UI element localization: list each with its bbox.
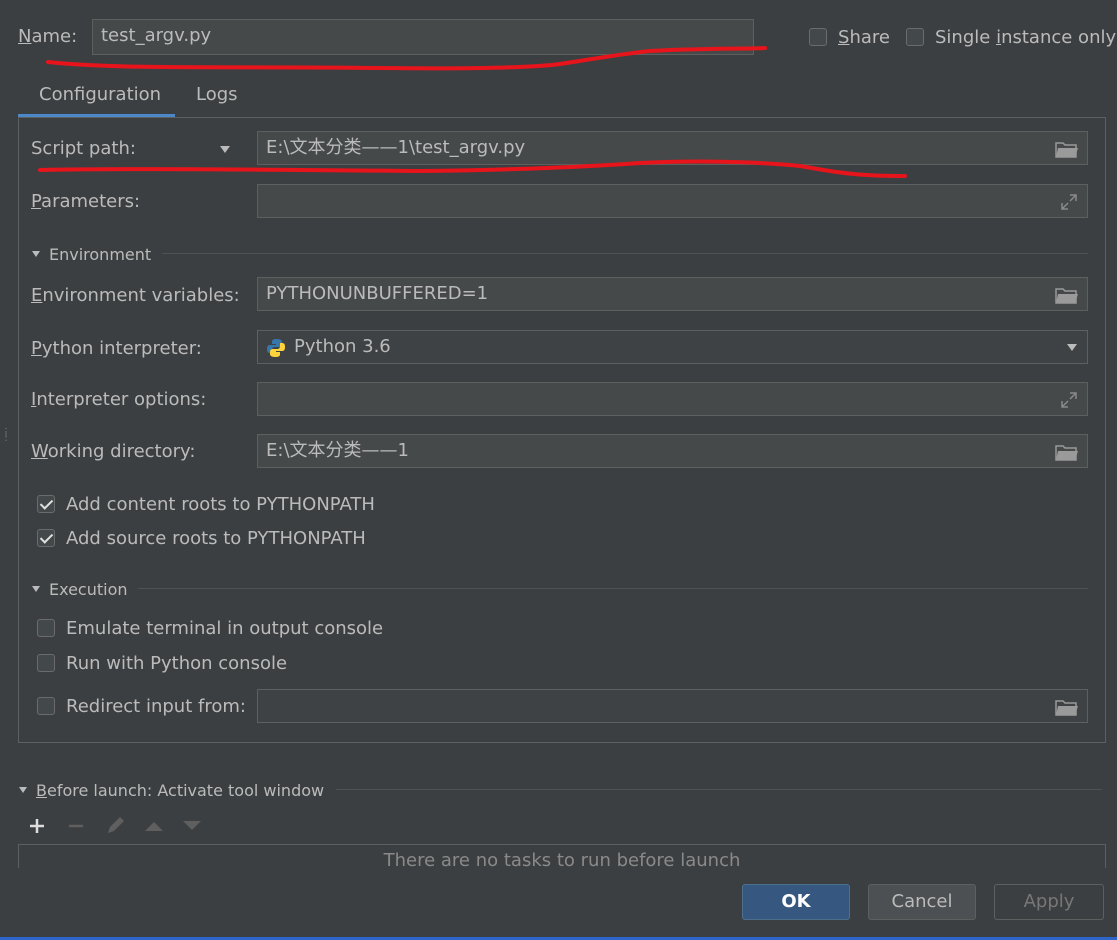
move-down-icon[interactable] bbox=[182, 820, 202, 832]
name-label: Name: bbox=[18, 26, 77, 48]
execution-collapse-icon[interactable] bbox=[32, 586, 40, 592]
add-source-roots-checkbox[interactable] bbox=[37, 529, 55, 547]
interp-options-label: Interpreter options: bbox=[31, 389, 206, 411]
single-instance-label-post: nstance only bbox=[1001, 27, 1117, 48]
interpreter-value: Python 3.6 bbox=[294, 336, 391, 357]
share-label: Share bbox=[838, 27, 890, 49]
environment-section-title: Environment bbox=[49, 245, 152, 264]
interpreter-label: Python interpreter: bbox=[31, 338, 202, 360]
name-input-value: test_argv.py bbox=[101, 25, 212, 46]
ok-button[interactable]: OK bbox=[742, 884, 850, 920]
before-launch-separator bbox=[336, 789, 1102, 790]
interp-options-label-rest: nterpreter options: bbox=[36, 389, 207, 410]
working-dir-input[interactable]: E:\文本分类——1 bbox=[257, 434, 1088, 468]
redirect-input-field[interactable] bbox=[257, 689, 1088, 723]
script-path-type-dropdown-icon[interactable] bbox=[220, 146, 230, 153]
before-launch-title-mnemonic: B bbox=[36, 781, 47, 800]
environment-separator bbox=[162, 253, 1088, 254]
execution-section-title: Execution bbox=[49, 580, 128, 599]
single-instance-checkbox[interactable] bbox=[906, 28, 924, 46]
apply-button[interactable]: Apply bbox=[994, 884, 1104, 920]
interpreter-select[interactable]: Python 3.6 bbox=[257, 330, 1088, 364]
python-icon bbox=[267, 339, 285, 357]
expand-icon[interactable] bbox=[1059, 390, 1079, 410]
working-dir-value: E:\文本分类——1 bbox=[266, 440, 409, 461]
script-path-label: Script path: bbox=[31, 138, 136, 159]
single-instance-label: Single instance only bbox=[935, 27, 1116, 49]
parameters-label-rest: arameters: bbox=[41, 191, 141, 212]
run-with-console-checkbox[interactable] bbox=[37, 654, 55, 672]
before-launch-collapse-icon[interactable] bbox=[19, 787, 27, 793]
folder-icon[interactable] bbox=[1055, 140, 1079, 158]
emulate-terminal-label: Emulate terminal in output console bbox=[66, 618, 384, 639]
edit-pencil-icon[interactable] bbox=[104, 815, 126, 837]
name-label-rest: ame: bbox=[31, 26, 78, 47]
move-up-icon[interactable] bbox=[144, 820, 164, 832]
single-instance-label-pre: Single bbox=[935, 27, 997, 48]
redirect-input-checkbox[interactable] bbox=[37, 697, 55, 715]
folder-icon[interactable] bbox=[1055, 443, 1079, 461]
emulate-terminal-checkbox[interactable] bbox=[37, 619, 55, 637]
left-resize-handle[interactable]: ⋮ ⋮ bbox=[1, 428, 11, 452]
remove-icon[interactable] bbox=[67, 817, 85, 835]
cancel-button[interactable]: Cancel bbox=[868, 884, 976, 920]
before-launch-title: Before launch: Activate tool window bbox=[36, 780, 324, 802]
name-input[interactable]: test_argv.py bbox=[92, 19, 754, 55]
env-vars-label-rest: nvironment variables: bbox=[42, 285, 240, 306]
redirect-input-label: Redirect input from: bbox=[66, 696, 246, 717]
env-vars-value: PYTHONUNBUFFERED=1 bbox=[266, 283, 489, 304]
parameters-label-mnemonic: P bbox=[31, 191, 42, 212]
script-path-input[interactable]: E:\文本分类——1\test_argv.py bbox=[257, 131, 1088, 165]
share-label-rest: hare bbox=[849, 27, 890, 48]
working-dir-label-rest: orking directory: bbox=[47, 441, 196, 462]
env-vars-label-mnemonic: E bbox=[31, 285, 43, 306]
before-launch-title-rest: efore launch: Activate tool window bbox=[46, 781, 325, 800]
parameters-input[interactable] bbox=[257, 184, 1088, 218]
name-label-mnemonic: N bbox=[18, 26, 32, 47]
add-content-roots-label: Add content roots to PYTHONPATH bbox=[66, 494, 375, 515]
working-dir-label-mnemonic: W bbox=[31, 441, 48, 462]
add-content-roots-checkbox[interactable] bbox=[37, 495, 55, 513]
share-label-mnemonic: S bbox=[838, 27, 850, 48]
script-path-value: E:\文本分类——1\test_argv.py bbox=[266, 137, 526, 158]
environment-collapse-icon[interactable] bbox=[32, 251, 40, 257]
parameters-label: Parameters: bbox=[31, 191, 140, 213]
env-vars-input[interactable]: PYTHONUNBUFFERED=1 bbox=[257, 277, 1088, 311]
env-vars-label: Environment variables: bbox=[31, 285, 240, 307]
folder-icon[interactable] bbox=[1055, 286, 1079, 304]
expand-icon[interactable] bbox=[1059, 192, 1079, 212]
chevron-down-icon[interactable] bbox=[1067, 344, 1077, 351]
interpreter-label-rest: ython interpreter: bbox=[41, 338, 202, 359]
tab-logs[interactable]: Logs bbox=[196, 84, 238, 106]
add-source-roots-label: Add source roots to PYTHONPATH bbox=[66, 528, 366, 549]
interp-options-input[interactable] bbox=[257, 382, 1088, 416]
tab-configuration[interactable]: Configuration bbox=[39, 84, 161, 106]
folder-icon[interactable] bbox=[1055, 698, 1079, 716]
working-dir-label: Working directory: bbox=[31, 441, 195, 463]
run-with-console-label: Run with Python console bbox=[66, 653, 288, 674]
share-checkbox[interactable] bbox=[809, 28, 827, 46]
add-icon[interactable] bbox=[28, 817, 46, 835]
execution-separator bbox=[138, 588, 1088, 589]
interpreter-label-mnemonic: P bbox=[31, 338, 42, 359]
